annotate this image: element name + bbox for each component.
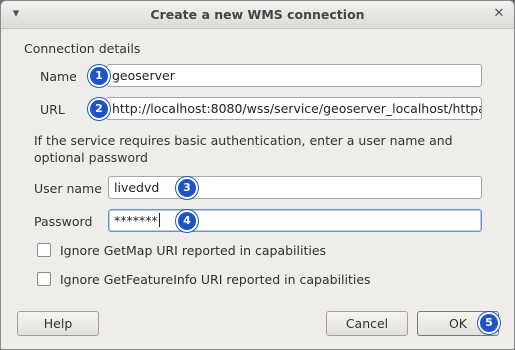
password-value: ******* xyxy=(114,213,158,228)
ignore-getfeatureinfo-checkbox[interactable] xyxy=(37,272,51,286)
callout-badge-3: 3 xyxy=(176,177,198,199)
callout-badge-5: 5 xyxy=(478,312,500,334)
ignore-getfeatureinfo-option[interactable]: Ignore GetFeatureInfo URI reported in ca… xyxy=(37,272,371,287)
name-field[interactable]: geoserver xyxy=(106,64,482,87)
cancel-button[interactable]: Cancel xyxy=(326,311,408,336)
ignore-getmap-option[interactable]: Ignore GetMap URI reported in capabiliti… xyxy=(37,243,326,258)
url-field[interactable]: http://localhost:8080/wss/service/geoser… xyxy=(106,97,482,120)
callout-badge-4: 4 xyxy=(176,210,198,232)
ignore-getmap-label: Ignore GetMap URI reported in capabiliti… xyxy=(60,243,327,258)
text-caret xyxy=(158,213,160,227)
callout-badge-2: 2 xyxy=(88,98,110,120)
dialog-window: ▾ Create a new WMS connection ✕ Connecti… xyxy=(0,0,515,350)
url-label: URL xyxy=(40,102,65,117)
section-title: Connection details xyxy=(24,41,141,56)
callout-badge-1: 1 xyxy=(88,65,110,87)
username-field[interactable]: livedvd xyxy=(108,176,482,199)
ignore-getfeatureinfo-label: Ignore GetFeatureInfo URI reported in ca… xyxy=(60,272,371,287)
name-label: Name xyxy=(40,69,77,84)
password-label: Password xyxy=(34,214,93,229)
username-label: User name xyxy=(34,181,102,196)
auth-note: If the service requires basic authentica… xyxy=(34,133,453,165)
close-icon[interactable]: ✕ xyxy=(490,5,508,23)
password-field[interactable]: ******* xyxy=(108,209,482,232)
help-button[interactable]: Help xyxy=(17,311,99,336)
title-bar: ▾ Create a new WMS connection ✕ xyxy=(1,1,514,29)
dialog-title: Create a new WMS connection xyxy=(150,7,365,22)
ignore-getmap-checkbox[interactable] xyxy=(37,243,51,257)
